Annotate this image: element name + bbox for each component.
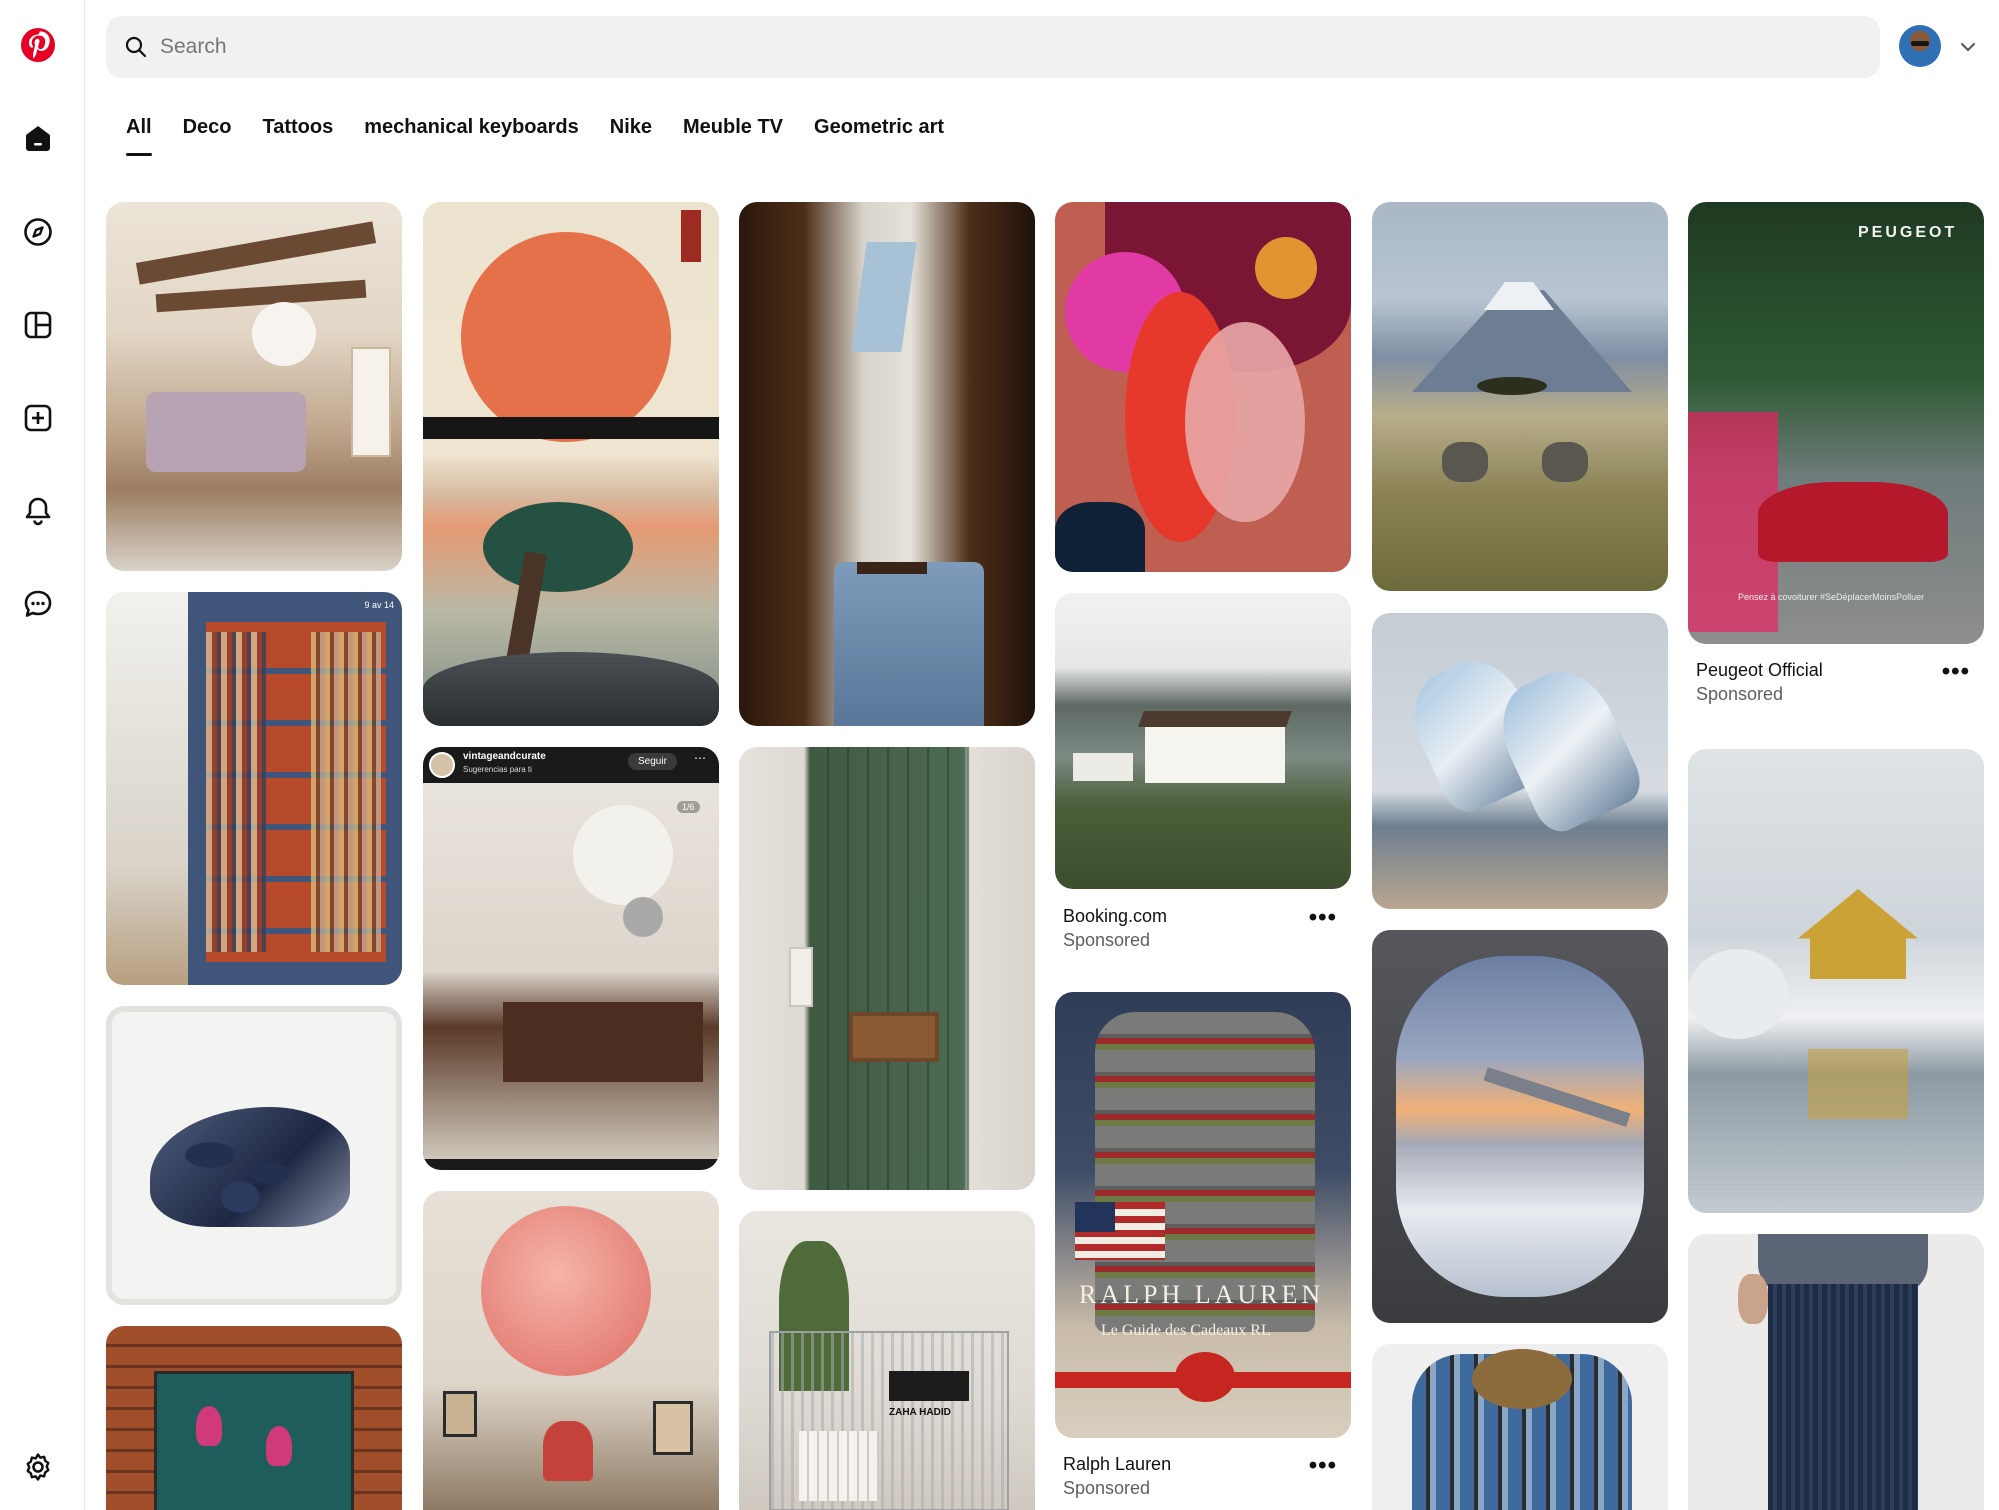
pin-suede-jacket-outfit[interactable]: [739, 202, 1035, 726]
ralph-headline: RALPH LAUREN: [1079, 1280, 1325, 1309]
more-icon[interactable]: ⋯: [694, 751, 706, 765]
boards-icon[interactable]: [18, 305, 58, 345]
account-name: vintageandcurate: [463, 751, 546, 762]
follow-button[interactable]: Seguir: [628, 753, 677, 770]
search-input[interactable]: [160, 35, 1660, 59]
pin-mussel-wave-art[interactable]: [106, 1006, 402, 1305]
pin-meta-booking: Booking.com Sponsored •••: [1055, 904, 1351, 954]
pin-swiss-hotel[interactable]: [1055, 593, 1351, 889]
create-icon[interactable]: [18, 398, 58, 438]
brand-mark: PEUGEOT: [1858, 224, 1958, 241]
pin-title[interactable]: Ralph Lauren: [1063, 1454, 1171, 1475]
tab-mechanical-keyboards[interactable]: mechanical keyboards: [364, 116, 579, 156]
more-options-icon[interactable]: •••: [1309, 1452, 1337, 1480]
slide-counter: 1/6: [677, 801, 700, 813]
book-label: ZAHA HADID: [889, 1407, 951, 1418]
sponsored-label: Sponsored: [1063, 1478, 1151, 1498]
pin-paper-lantern-room[interactable]: [423, 1191, 719, 1510]
home-icon[interactable]: [18, 118, 58, 158]
search-icon: [125, 36, 147, 58]
pin-glass-shelf[interactable]: ZAHA HADID: [739, 1211, 1035, 1510]
avatar[interactable]: [1899, 25, 1941, 67]
pin-vintage-living-room[interactable]: vintageandcurate Sugerencias para ti Seg…: [423, 747, 719, 1170]
pin-plane-window[interactable]: [1372, 930, 1668, 1323]
pin-meta-ralph: Ralph Lauren Sponsored •••: [1055, 1452, 1351, 1502]
pin-peugeot-ad[interactable]: PEUGEOT Pensez à covoiturer #SeDéplacerM…: [1688, 202, 1984, 644]
chevron-down-icon[interactable]: [1957, 36, 1979, 58]
explore-icon[interactable]: [18, 212, 58, 252]
tab-tattoos[interactable]: Tattoos: [262, 116, 333, 156]
pin-bookshelf[interactable]: 9 av 14: [106, 592, 402, 985]
pin-abstract-geometric-art[interactable]: [1055, 202, 1351, 572]
pin-green-tile-shower[interactable]: [739, 747, 1035, 1190]
pin-attic-bedroom[interactable]: [106, 202, 402, 571]
notifications-icon[interactable]: [18, 491, 58, 531]
pin-corduroy-pants[interactable]: [1688, 1234, 1984, 1510]
more-options-icon[interactable]: •••: [1309, 904, 1337, 932]
tab-geometric-art[interactable]: Geometric art: [814, 116, 944, 156]
account-sub: Sugerencias para ti: [463, 765, 532, 774]
tab-deco[interactable]: Deco: [183, 116, 232, 156]
more-options-icon[interactable]: •••: [1942, 658, 1970, 686]
pin-meta-peugeot: Peugeot Official Sponsored •••: [1688, 658, 1984, 708]
pin-title[interactable]: Booking.com: [1063, 906, 1167, 927]
messages-icon[interactable]: [18, 584, 58, 624]
sponsored-label: Sponsored: [1696, 684, 1784, 704]
top-bar: [106, 16, 1999, 78]
settings-icon[interactable]: [18, 1447, 58, 1487]
pin-japanese-sunset-art[interactable]: [423, 202, 719, 726]
pin-fuchsia-painting[interactable]: [106, 1326, 402, 1510]
pin-kilimanjaro-elephants[interactable]: [1372, 202, 1668, 591]
pin-snowy-golden-pavilion[interactable]: [1688, 749, 1984, 1213]
topic-tabs: All Deco Tattoos mechanical keyboards Ni…: [126, 116, 975, 156]
ralph-tagline: Le Guide des Cadeaux RL: [1101, 1322, 1271, 1339]
ad-fine-print: Pensez à covoiturer #SeDéplacerMoinsPoll…: [1738, 592, 1925, 602]
pinterest-logo[interactable]: [20, 27, 56, 63]
pin-flannel-jacket[interactable]: [1372, 1344, 1668, 1510]
tab-all[interactable]: All: [126, 116, 152, 156]
search-bar[interactable]: [106, 16, 1880, 78]
pin-ralph-lauren-sweater[interactable]: RALPH LAUREN Le Guide des Cadeaux RL: [1055, 992, 1351, 1438]
pin-title[interactable]: Peugeot Official: [1696, 660, 1823, 681]
left-sidebar: [0, 0, 85, 1510]
sponsored-label: Sponsored: [1063, 930, 1151, 950]
tab-meuble-tv[interactable]: Meuble TV: [683, 116, 783, 156]
tab-nike[interactable]: Nike: [610, 116, 652, 156]
slide-counter: 9 av 14: [364, 600, 394, 610]
pin-sneakers[interactable]: [1372, 613, 1668, 909]
